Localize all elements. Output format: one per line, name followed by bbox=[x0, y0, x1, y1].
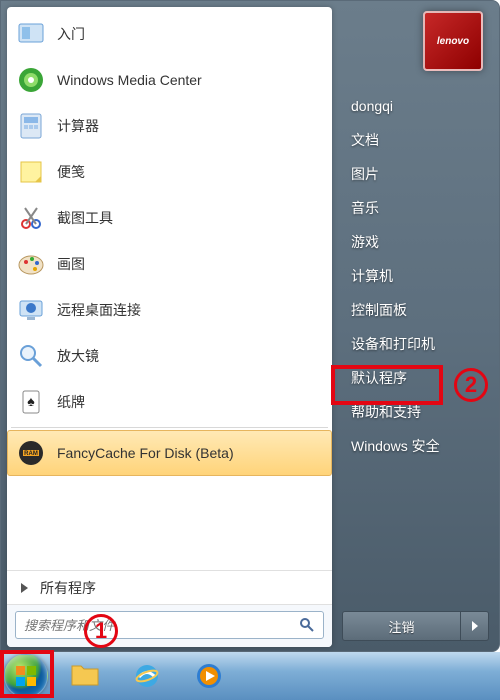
program-divider bbox=[11, 427, 328, 428]
program-label: 入门 bbox=[57, 24, 85, 44]
program-label: 画图 bbox=[57, 254, 85, 274]
right-item-documents[interactable]: 文档 bbox=[342, 123, 489, 157]
right-item-windows-security[interactable]: Windows 安全 bbox=[342, 429, 489, 463]
program-list: 入门 Windows Media Center 计算器 便笺 bbox=[7, 7, 332, 570]
svg-text:RAM: RAM bbox=[24, 451, 38, 457]
logoff-label: 注销 bbox=[388, 617, 414, 636]
right-item-computer[interactable]: 计算机 bbox=[342, 259, 489, 293]
paint-icon bbox=[15, 248, 47, 280]
chevron-right-icon bbox=[21, 583, 28, 593]
program-label: 远程桌面连接 bbox=[57, 300, 141, 320]
program-label: 截图工具 bbox=[57, 208, 113, 228]
taskbar-item-ie[interactable] bbox=[116, 655, 178, 697]
solitaire-icon: ♠ bbox=[15, 386, 47, 418]
program-label: FancyCache For Disk (Beta) bbox=[57, 445, 234, 461]
calculator-icon bbox=[15, 110, 47, 142]
program-item-calculator[interactable]: 计算器 bbox=[7, 103, 332, 149]
search-input[interactable] bbox=[24, 618, 299, 633]
program-label: Windows Media Center bbox=[57, 72, 202, 88]
program-item-remote-desktop[interactable]: 远程桌面连接 bbox=[7, 287, 332, 333]
taskbar-item-media-player[interactable] bbox=[178, 655, 240, 697]
right-item-label: 音乐 bbox=[351, 198, 379, 218]
taskbar-item-explorer[interactable] bbox=[54, 655, 116, 697]
right-item-control-panel[interactable]: 控制面板 bbox=[342, 293, 489, 327]
program-item-snipping-tool[interactable]: 截图工具 bbox=[7, 195, 332, 241]
program-item-getting-started[interactable]: 入门 bbox=[7, 11, 332, 57]
start-menu-left-panel: 入门 Windows Media Center 计算器 便笺 bbox=[7, 7, 332, 647]
chevron-right-icon bbox=[472, 621, 478, 631]
program-label: 便笺 bbox=[57, 162, 85, 182]
search-icon bbox=[299, 617, 319, 633]
search-box[interactable] bbox=[15, 611, 324, 639]
all-programs-button[interactable]: 所有程序 bbox=[7, 570, 332, 604]
program-item-fancycache[interactable]: RAM FancyCache For Disk (Beta) bbox=[7, 430, 332, 476]
right-item-music[interactable]: 音乐 bbox=[342, 191, 489, 225]
user-picture[interactable]: lenovo bbox=[423, 11, 483, 71]
right-item-label: 设备和打印机 bbox=[351, 334, 435, 354]
getting-started-icon bbox=[15, 18, 47, 50]
right-item-pictures[interactable]: 图片 bbox=[342, 157, 489, 191]
right-item-label: 计算机 bbox=[351, 266, 393, 286]
media-center-icon bbox=[15, 64, 47, 96]
program-label: 放大镜 bbox=[57, 346, 99, 366]
fancycache-icon: RAM bbox=[15, 437, 47, 469]
remote-desktop-icon bbox=[15, 294, 47, 326]
right-item-help-support[interactable]: 帮助和支持 bbox=[342, 395, 489, 429]
right-item-games[interactable]: 游戏 bbox=[342, 225, 489, 259]
right-item-label: 帮助和支持 bbox=[351, 402, 421, 422]
folder-icon bbox=[70, 663, 100, 689]
program-item-solitaire[interactable]: ♠ 纸牌 bbox=[7, 379, 332, 425]
right-item-default-programs[interactable]: 默认程序 bbox=[342, 361, 489, 395]
right-item-label: 控制面板 bbox=[351, 300, 407, 320]
right-item-label: 默认程序 bbox=[351, 368, 407, 388]
program-label: 纸牌 bbox=[57, 392, 85, 412]
svg-text:♠: ♠ bbox=[27, 393, 35, 409]
right-item-label: 文档 bbox=[351, 130, 379, 150]
start-button[interactable] bbox=[4, 654, 48, 698]
logoff-button[interactable]: 注销 bbox=[342, 611, 461, 641]
program-item-magnifier[interactable]: 放大镜 bbox=[7, 333, 332, 379]
start-menu: 入门 Windows Media Center 计算器 便笺 bbox=[0, 0, 500, 652]
windows-logo-icon bbox=[13, 663, 39, 689]
all-programs-label: 所有程序 bbox=[40, 578, 96, 598]
search-row bbox=[7, 604, 332, 647]
right-item-label: 图片 bbox=[351, 164, 379, 184]
right-item-label: Windows 安全 bbox=[351, 436, 440, 456]
right-item-devices-printers[interactable]: 设备和打印机 bbox=[342, 327, 489, 361]
internet-explorer-icon bbox=[133, 662, 161, 690]
media-player-icon bbox=[195, 662, 223, 690]
right-item-label: 游戏 bbox=[351, 232, 379, 252]
magnifier-icon bbox=[15, 340, 47, 372]
user-name-item[interactable]: dongqi bbox=[342, 89, 489, 123]
program-item-sticky-notes[interactable]: 便笺 bbox=[7, 149, 332, 195]
user-name-label: dongqi bbox=[351, 98, 393, 114]
sticky-notes-icon bbox=[15, 156, 47, 188]
program-item-media-center[interactable]: Windows Media Center bbox=[7, 57, 332, 103]
program-label: 计算器 bbox=[57, 116, 99, 136]
program-item-paint[interactable]: 画图 bbox=[7, 241, 332, 287]
shutdown-options-button[interactable] bbox=[461, 611, 489, 641]
snipping-tool-icon bbox=[15, 202, 47, 234]
shutdown-row: 注销 bbox=[342, 611, 489, 641]
brand-label: lenovo bbox=[437, 36, 469, 47]
taskbar bbox=[0, 652, 500, 700]
start-menu-right-panel: lenovo dongqi 文档 图片 音乐 游戏 计算机 控制面板 设备和打印… bbox=[332, 1, 499, 651]
